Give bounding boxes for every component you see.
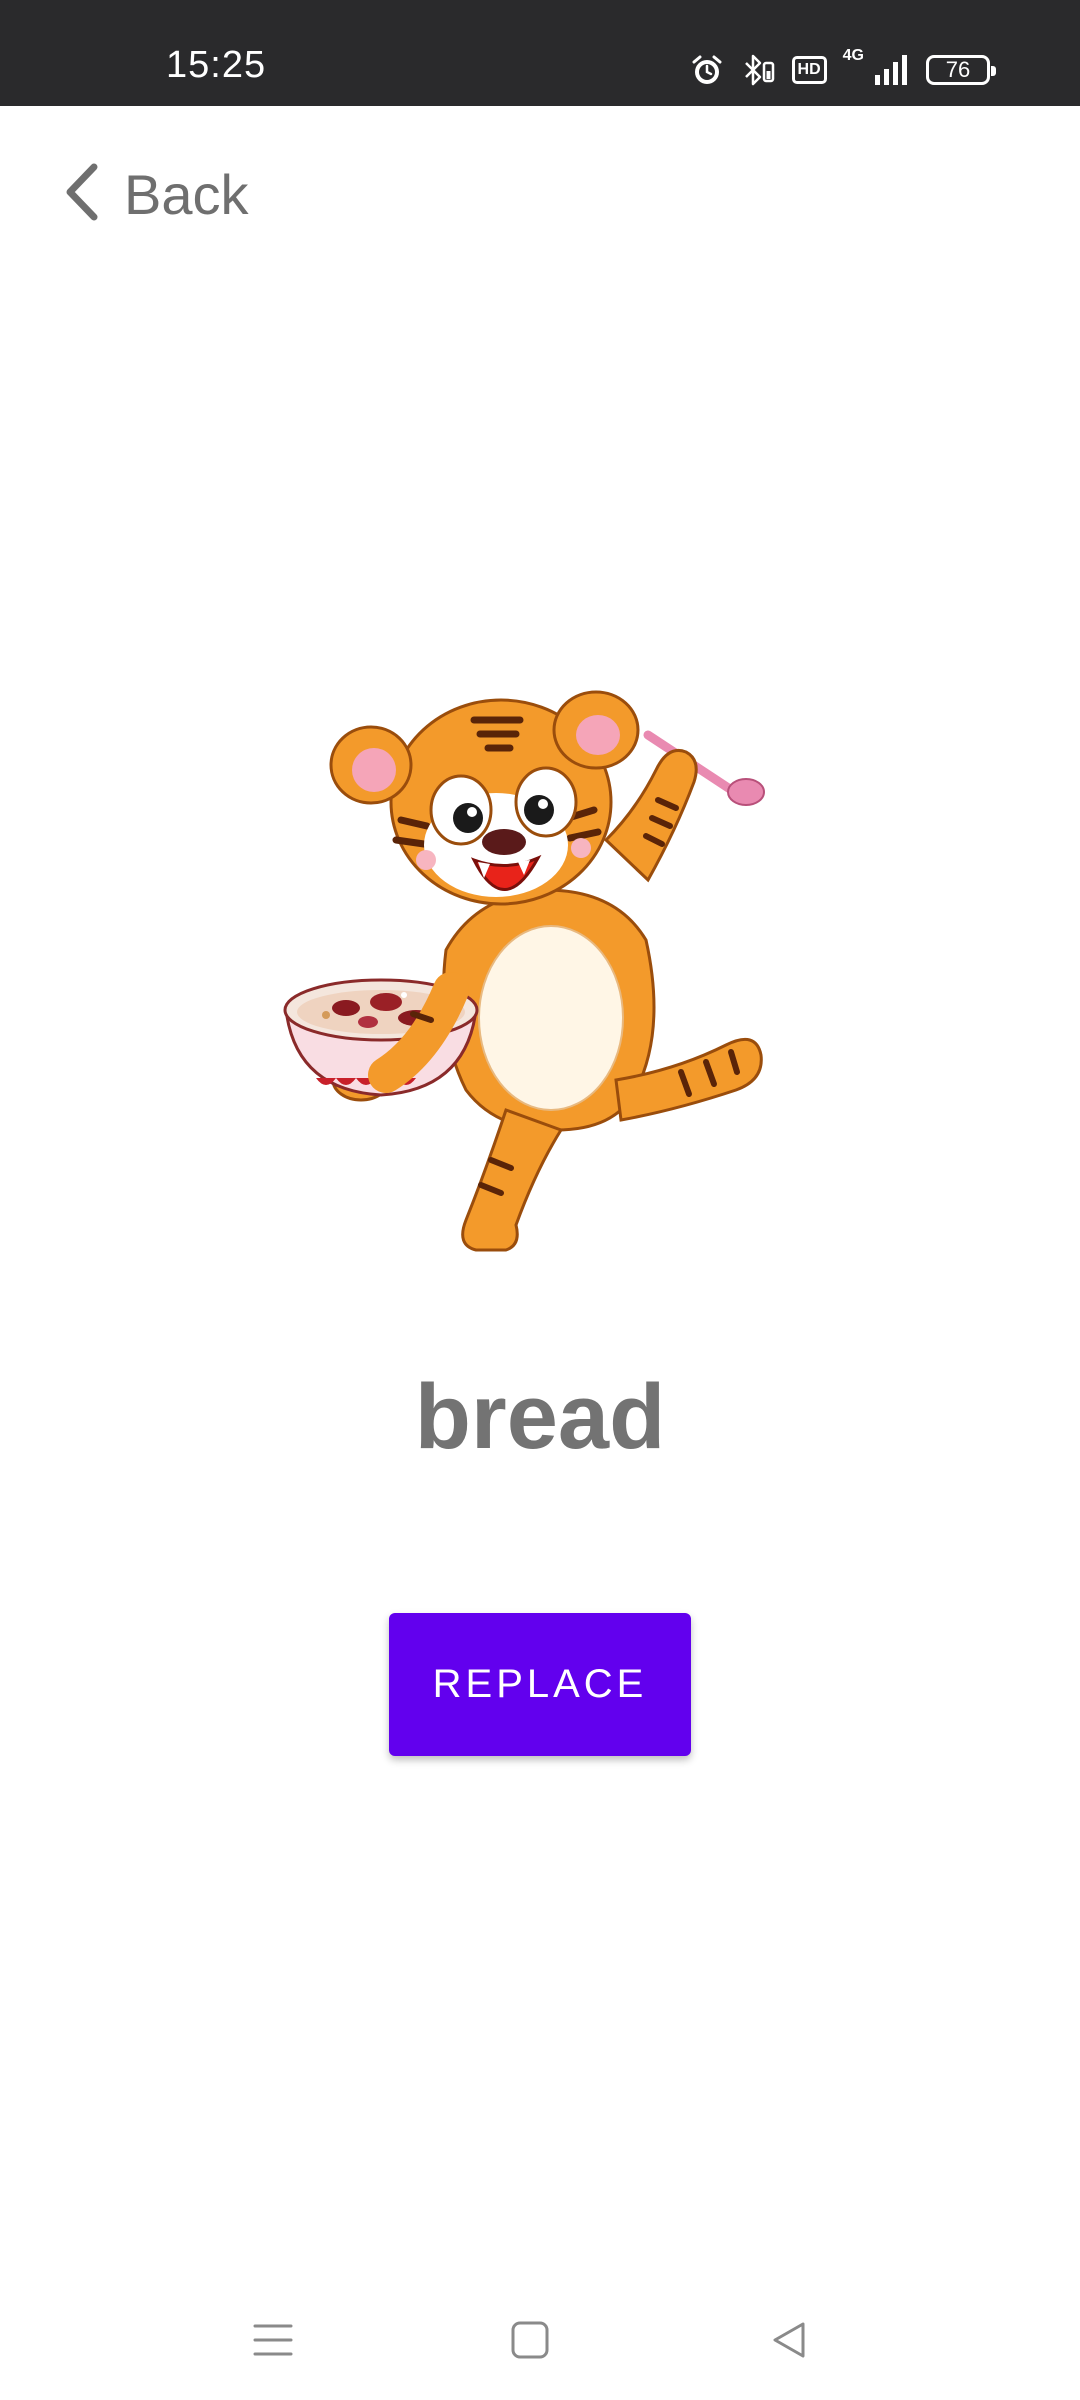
back-label: Back [124, 162, 249, 226]
battery-icon: 76 [926, 55, 996, 85]
replace-button[interactable]: REPLACE [389, 1613, 691, 1756]
status-icons: HD 4G 76 [690, 47, 996, 90]
back-triangle-icon [773, 2322, 805, 2358]
system-nav-bar [0, 2290, 1080, 2380]
home-icon [511, 2321, 549, 2359]
tiger-illustration [276, 690, 826, 1290]
hd-icon: HD [791, 56, 827, 84]
chevron-left-icon [62, 161, 102, 228]
status-bar: 15:25 HD 4G 76 [0, 0, 1080, 106]
menu-icon [253, 2324, 293, 2356]
alarm-icon [690, 53, 724, 87]
home-button[interactable] [500, 2310, 560, 2370]
menu-button[interactable] [243, 2310, 303, 2370]
4g-signal-icon [874, 53, 910, 87]
app-screen: 15:25 HD 4G 76 Back bread REPLACE [0, 0, 1080, 2400]
bluetooth-icon [740, 53, 776, 87]
word-label: bread [414, 1366, 666, 1468]
network-type-label: 4G [842, 47, 864, 64]
back-button[interactable]: Back [62, 158, 249, 230]
status-time: 15:25 [166, 44, 267, 86]
back-nav-button[interactable] [759, 2310, 819, 2370]
